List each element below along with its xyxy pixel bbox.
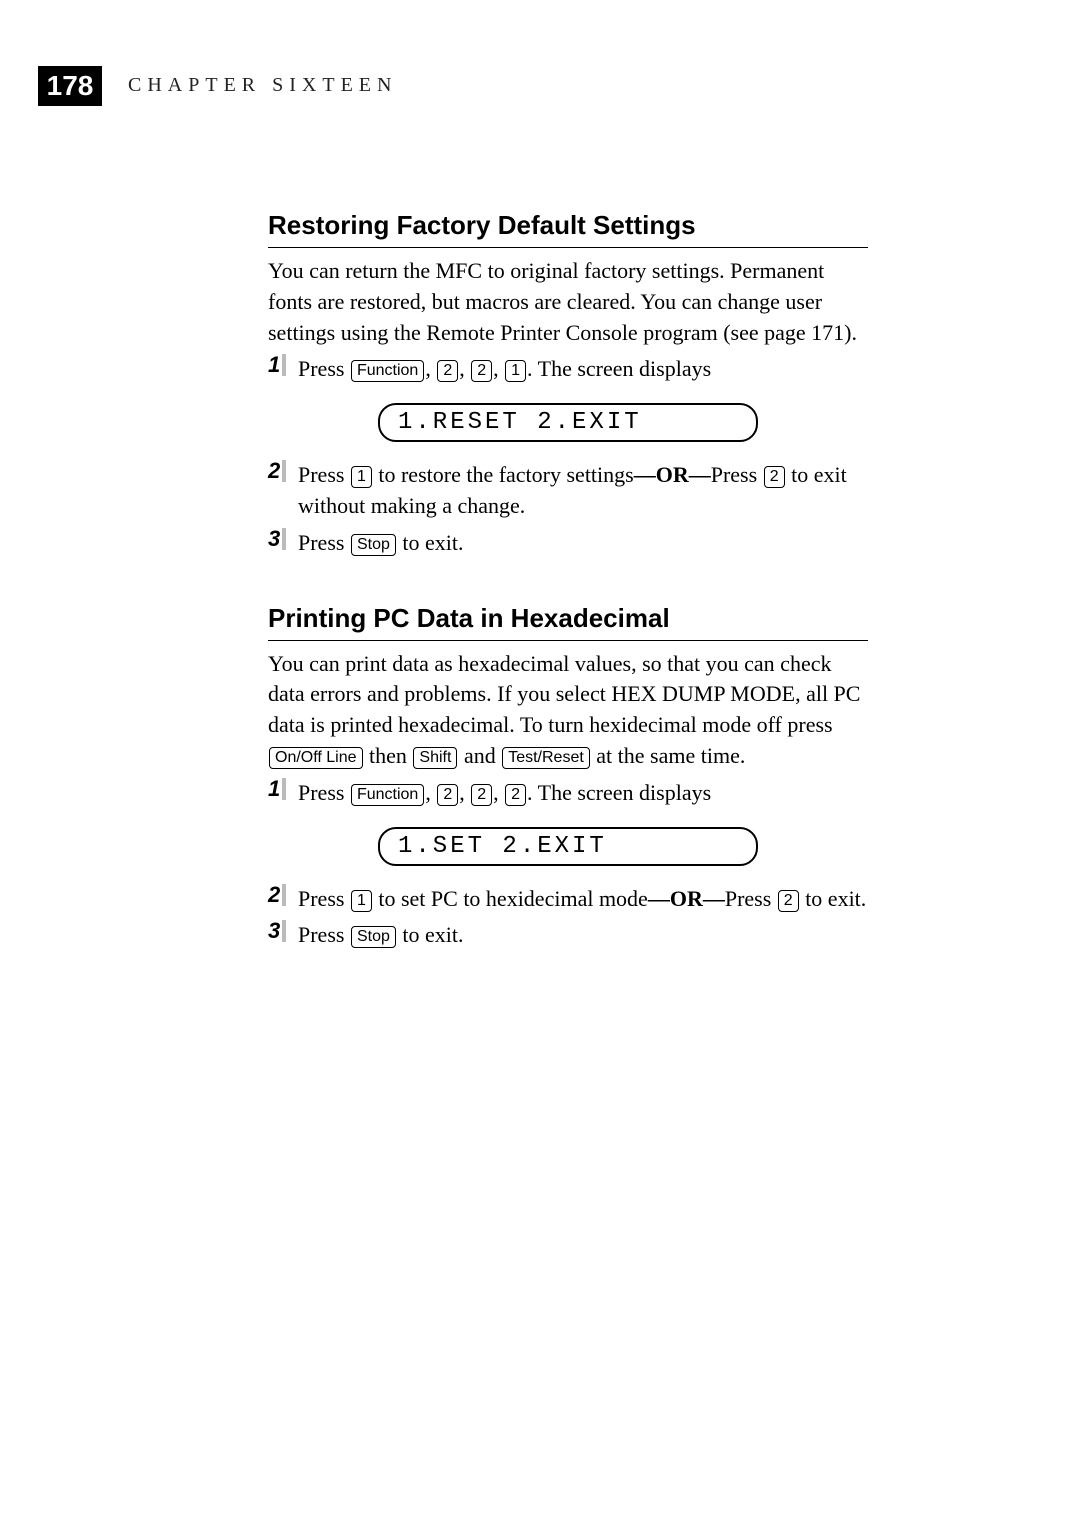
step-text: Press Stop to exit. — [298, 920, 868, 951]
key-onoffline: On/Off Line — [269, 747, 363, 769]
step-text: Press Stop to exit. — [298, 528, 868, 559]
key-stop: Stop — [351, 534, 396, 556]
key-2: 2 — [437, 360, 458, 382]
hex-intro: You can print data as hexadecimal values… — [268, 649, 868, 772]
key-testreset: Test/Reset — [502, 747, 590, 769]
key-2: 2 — [764, 466, 785, 488]
restore-step-1: 1 Press Function, 2, 2, 1. The screen di… — [268, 354, 868, 385]
chapter-label: CHAPTER SIXTEEN — [128, 74, 397, 97]
page: 178 CHAPTER SIXTEEN Restoring Factory De… — [0, 0, 1080, 1519]
step-text: Press 1 to set PC to hexidecimal mode—OR… — [298, 884, 868, 915]
restore-step-3: 3 Press Stop to exit. — [268, 528, 868, 559]
hex-step-3: 3 Press Stop to exit. — [268, 920, 868, 951]
restore-intro: You can return the MFC to original facto… — [268, 256, 868, 348]
key-function: Function — [351, 784, 424, 806]
page-number-box: 178 — [38, 66, 102, 106]
or-separator: —OR— — [634, 462, 711, 487]
page-header: 178 CHAPTER SIXTEEN — [38, 70, 1040, 106]
lcd-display-hex: 1.SET 2.EXIT — [378, 827, 758, 866]
key-shift: Shift — [413, 747, 457, 769]
step-number-icon: 1 — [268, 354, 298, 377]
key-2: 2 — [471, 784, 492, 806]
hex-step-2: 2 Press 1 to set PC to hexidecimal mode—… — [268, 884, 868, 915]
or-separator: —OR— — [648, 886, 725, 911]
key-1: 1 — [505, 360, 526, 382]
key-1: 1 — [351, 466, 372, 488]
key-2: 2 — [437, 784, 458, 806]
step-number-icon: 3 — [268, 528, 298, 551]
step-text: Press Function, 2, 2, 1. The screen disp… — [298, 354, 868, 385]
key-1: 1 — [351, 890, 372, 912]
key-stop: Stop — [351, 926, 396, 948]
step-number-icon: 1 — [268, 778, 298, 801]
key-2: 2 — [778, 890, 799, 912]
key-2: 2 — [471, 360, 492, 382]
page-number: 178 — [47, 70, 94, 101]
step-number-icon: 3 — [268, 920, 298, 943]
step-number-icon: 2 — [268, 884, 298, 907]
section-title-hex: Printing PC Data in Hexadecimal — [268, 603, 868, 641]
content-column: Restoring Factory Default Settings You c… — [268, 210, 868, 957]
section-title-restore: Restoring Factory Default Settings — [268, 210, 868, 248]
key-function: Function — [351, 360, 424, 382]
lcd-display-restore: 1.RESET 2.EXIT — [378, 403, 758, 442]
step-text: Press Function, 2, 2, 2. The screen disp… — [298, 778, 868, 809]
key-2: 2 — [505, 784, 526, 806]
step-text: Press 1 to restore the factory settings—… — [298, 460, 868, 522]
hex-step-1: 1 Press Function, 2, 2, 2. The screen di… — [268, 778, 868, 809]
restore-step-2: 2 Press 1 to restore the factory setting… — [268, 460, 868, 522]
step-number-icon: 2 — [268, 460, 298, 483]
